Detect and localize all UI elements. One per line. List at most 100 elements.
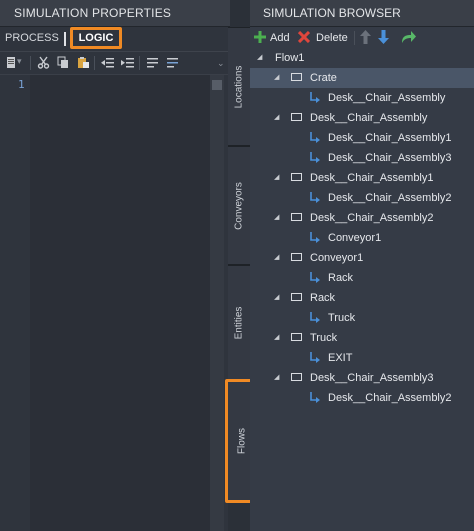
expand-triangle-icon[interactable]: ◢ [257, 48, 262, 68]
tree-link-item[interactable]: Conveyor1 [250, 228, 474, 248]
expand-triangle-icon[interactable]: ◢ [274, 248, 279, 268]
vtab-locations-label: Locations [233, 65, 245, 108]
route-arrow-icon [310, 232, 320, 243]
add-icon [254, 31, 266, 43]
expand-triangle-icon[interactable]: ◢ [274, 168, 279, 188]
tree-item-label: Desk__Chair_Assembly2 [328, 392, 452, 404]
tree-item-label: Desk__Chair_Assembly3 [328, 152, 452, 164]
toolbar-divider [94, 56, 95, 70]
tree-item-label: Desk__Chair_Assembly1 [328, 132, 452, 144]
properties-tabbar: PROCESS LOGIC [0, 27, 230, 52]
route-arrow-icon [310, 132, 320, 143]
line-number: 1 [18, 78, 25, 91]
expand-triangle-icon[interactable]: ◢ [274, 108, 279, 128]
location-box-icon [291, 253, 302, 261]
tree-item-label: Desk__Chair_Assembly2 [328, 192, 452, 204]
tree-link-item[interactable]: Desk__Chair_Assembly [250, 88, 474, 108]
tree-item-label: Crate [310, 72, 337, 84]
tree-item-label: Flow1 [275, 52, 305, 64]
tree-item-label: Desk__Chair_Assembly2 [310, 212, 434, 224]
location-box-icon [291, 333, 302, 341]
toolbar-overflow-icon[interactable]: ⌄ [217, 58, 225, 69]
expand-triangle-icon[interactable]: ◢ [274, 288, 279, 308]
expand-triangle-icon[interactable]: ◢ [274, 208, 279, 228]
tree-node-item[interactable]: ◢ Desk__Chair_Assembly3 [250, 368, 474, 388]
expand-triangle-icon[interactable]: ◢ [274, 328, 279, 348]
tree-link-item[interactable]: Desk__Chair_Assembly1 [250, 128, 474, 148]
cut-icon[interactable] [37, 56, 50, 69]
vtab-entities[interactable]: Entities [228, 265, 250, 380]
vtab-conveyors[interactable]: Conveyors [228, 146, 250, 265]
delete-icon [298, 31, 310, 43]
comment-icon[interactable] [146, 56, 159, 69]
tree-node-item[interactable]: ◢ Rack [250, 288, 474, 308]
route-arrow-icon [310, 92, 320, 103]
location-box-icon [291, 173, 302, 181]
tree-item-label: Conveyor1 [310, 252, 364, 264]
tree-link-item[interactable]: Desk__Chair_Assembly2 [250, 188, 474, 208]
tree-item-label: Desk__Chair_Assembly1 [310, 172, 434, 184]
tree-item-label: EXIT [328, 352, 353, 364]
tree-node-item[interactable]: ◢ Desk__Chair_Assembly2 [250, 208, 474, 228]
location-box-icon [291, 73, 302, 81]
vtab-conveyors-label: Conveyors [233, 181, 245, 230]
editor-toolbar: ▾ ⌄ [0, 52, 230, 75]
tree-node-item[interactable]: ◢ Crate [250, 68, 474, 88]
tree-item-label: Desk__Chair_Assembly [328, 92, 446, 104]
tree-link-item[interactable]: Truck [250, 308, 474, 328]
editor-scroll-thumb[interactable] [212, 80, 222, 90]
tree-root-item[interactable]: ◢ Flow1 [250, 48, 474, 68]
editor-gutter [0, 75, 30, 531]
location-box-icon [291, 213, 302, 221]
simulation-browser-title: SIMULATION BROWSER [250, 0, 474, 27]
tree-link-item[interactable]: Desk__Chair_Assembly2 [250, 388, 474, 408]
toolbar-divider [30, 56, 31, 70]
tree-item-label: Conveyor1 [328, 232, 382, 244]
toolbar-divider [354, 31, 355, 45]
copy-icon[interactable] [57, 56, 70, 69]
tree-node-item[interactable]: ◢ Desk__Chair_Assembly [250, 108, 474, 128]
browser-toolbar: Add Delete [250, 27, 474, 49]
simulation-properties-title: SIMULATION PROPERTIES [0, 0, 230, 27]
tree-node-item[interactable]: ◢ Conveyor1 [250, 248, 474, 268]
route-arrow-icon [310, 192, 320, 203]
move-up-icon[interactable] [360, 30, 371, 44]
expand-triangle-icon[interactable]: ◢ [274, 68, 279, 88]
vtab-flows-label: Flows [236, 427, 247, 455]
vtab-entities-label: Entities [233, 306, 245, 339]
location-box-icon [291, 373, 302, 381]
move-down-icon[interactable] [378, 30, 389, 44]
tree-link-item[interactable]: Rack [250, 268, 474, 288]
tree-item-label: Truck [328, 312, 356, 324]
location-box-icon [291, 293, 302, 301]
tab-separator [64, 32, 66, 46]
route-arrow-icon [310, 352, 320, 363]
route-arrow-icon [310, 392, 320, 403]
indent-icon[interactable] [121, 56, 134, 69]
tree-item-label: Rack [310, 292, 336, 304]
delete-button[interactable]: Delete [316, 30, 348, 46]
redirect-icon[interactable] [401, 30, 416, 44]
editor-scrollbar[interactable] [210, 75, 224, 531]
uncomment-icon[interactable] [166, 56, 179, 69]
paste-icon[interactable] [77, 56, 90, 69]
vtab-locations[interactable]: Locations [228, 27, 250, 146]
outdent-icon[interactable] [101, 56, 114, 69]
tree-link-item[interactable]: EXIT [250, 348, 474, 368]
tree-item-label: Desk__Chair_Assembly3 [310, 372, 434, 384]
tree-item-label: Desk__Chair_Assembly [310, 112, 428, 124]
tab-logic[interactable]: LOGIC [70, 27, 122, 49]
tree-item-label: Truck [310, 332, 338, 344]
route-arrow-icon [310, 312, 320, 323]
route-arrow-icon [310, 272, 320, 283]
add-button[interactable]: Add [270, 30, 290, 46]
tree-node-item[interactable]: ◢ Desk__Chair_Assembly1 [250, 168, 474, 188]
route-arrow-icon [310, 152, 320, 163]
file-dropdown-icon[interactable]: ▾ [17, 56, 22, 67]
expand-triangle-icon[interactable]: ◢ [274, 368, 279, 388]
tree-link-item[interactable]: Desk__Chair_Assembly3 [250, 148, 474, 168]
tree-node-item[interactable]: ◢ Truck [250, 328, 474, 348]
tab-process[interactable]: PROCESS [5, 32, 59, 44]
toolbar-divider [139, 56, 140, 70]
logic-code-editor[interactable] [30, 75, 210, 531]
